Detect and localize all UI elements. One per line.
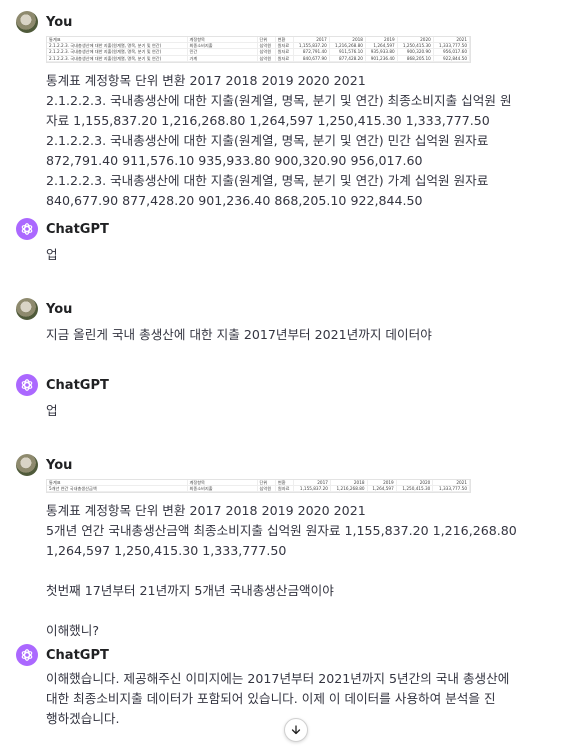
user-avatar: [16, 298, 38, 320]
user-avatar: [16, 454, 38, 476]
message-line: 대한 최종소비지출 데이터가 포함되어 있습니다. 이제 이 데이터를 사용하여…: [46, 691, 496, 706]
message-assistant-3: ChatGPT 이해했습니다. 제공해주신 이미지에는 2017년부터 2021…: [16, 643, 556, 729]
message-user-3: You 통계표 계정항목 단위 변환 2017 2018 2019 2020 2…: [16, 453, 556, 641]
message-line: 2.1.2.2.3. 국내총생산에 대한 지출(원계열, 명목, 분기 및 연간…: [46, 92, 512, 108]
message-line: 이해했니?: [46, 623, 100, 639]
message-line: 업: [46, 403, 58, 418]
message-assistant-2: ChatGPT 업: [16, 373, 556, 421]
message-line: [46, 561, 556, 581]
message-line: 872,791.40 911,576.10 935,933.80 900,320…: [46, 152, 423, 168]
user-avatar: [16, 11, 38, 33]
message-line: 2.1.2.2.3. 국내총생산에 대한 지출(원계열, 명목, 분기 및 연간…: [46, 132, 489, 148]
message-line: 840,677.90 877,428.20 901,236.40 868,205…: [46, 192, 423, 208]
message-line: 통계표 계정항목 단위 변환 2017 2018 2019 2020 2021: [46, 503, 366, 519]
message-text: 지금 올린게 국내 총생산에 대한 지출 2017년부터 2021년까지 데이터…: [46, 325, 556, 345]
message-line: 업: [46, 247, 58, 262]
message-user-2: You 지금 올린게 국내 총생산에 대한 지출 2017년부터 2021년까지…: [16, 297, 556, 345]
thumb-row: 5개년 연간 국내총생산금액 최종소비지출 십억원 원자료 1,155,837.20 1…: [47, 485, 470, 492]
author-name: You: [46, 457, 73, 473]
scroll-to-bottom-button[interactable]: [284, 718, 308, 742]
message-line: 지금 올린게 국내 총생산에 대한 지출 2017년부터 2021년까지 데이터…: [46, 327, 432, 342]
message-line: 이해했습니다. 제공해주신 이미지에는 2017년부터 2021년까지 5년간의…: [46, 671, 510, 686]
message-text: 통계표 계정항목 단위 변환 2017 2018 2019 2020 2021 …: [46, 501, 556, 641]
attached-image-thumbnail[interactable]: 통계표 계정항목 단위 변환 2017 2018 2019 2020 2021 …: [46, 479, 471, 494]
message-line: [46, 601, 556, 621]
author-name: ChatGPT: [46, 377, 109, 393]
message-text: 업: [46, 245, 556, 265]
attached-image-thumbnail[interactable]: 통계표 계정항목 단위 변환 2017 2018 2019 2020 2021 …: [46, 36, 471, 63]
message-text: 업: [46, 401, 556, 421]
author-name: ChatGPT: [46, 221, 109, 237]
thumb-row: 2.1.2.2.3. 국내총생산에 대한 지출(원계열, 명목, 분기 및 연간…: [47, 55, 471, 62]
openai-logo-icon: [16, 218, 38, 240]
arrow-down-icon: [291, 725, 301, 735]
author-name: You: [46, 14, 73, 30]
message-line: 2.1.2.2.3. 국내총생산에 대한 지출(원계열, 명목, 분기 및 연간…: [46, 172, 489, 188]
message-assistant-1: ChatGPT 업: [16, 217, 556, 265]
openai-logo-icon: [16, 644, 38, 666]
message-line: 첫번째 17년부터 21년까지 5개년 국내총생산금액이야: [46, 583, 334, 599]
message-line: 자료 1,155,837.20 1,216,268.80 1,264,597 1…: [46, 112, 490, 128]
message-line: 1,264,597 1,250,415.30 1,333,777.50: [46, 543, 287, 559]
openai-logo-icon: [16, 374, 38, 396]
author-name: You: [46, 301, 73, 317]
message-line: 통계표 계정항목 단위 변환 2017 2018 2019 2020 2021: [46, 72, 366, 88]
author-name: ChatGPT: [46, 647, 109, 663]
message-text: 통계표 계정항목 단위 변환 2017 2018 2019 2020 2021 …: [46, 71, 556, 211]
message-user-1: You 통계표 계정항목 단위 변환 2017 2018 2019 2020 2…: [16, 10, 556, 211]
message-line: 5개년 연간 국내총생산금액 최종소비지출 십억원 원자료 1,155,837.…: [46, 523, 517, 539]
